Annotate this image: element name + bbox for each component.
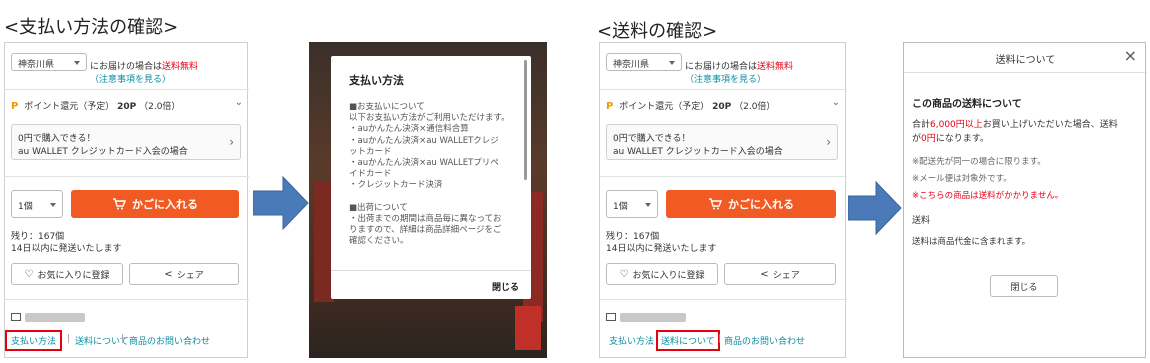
- points-row[interactable]: P ポイント還元（予定） 20P （2.0倍） ⌄: [11, 97, 243, 112]
- favorite-button[interactable]: ♡ お気に入りに登録: [606, 263, 718, 285]
- share-button[interactable]: < シェア: [129, 263, 239, 285]
- prefecture-select[interactable]: 神奈川県: [606, 53, 682, 71]
- shop-icon: [606, 313, 616, 321]
- shipping-modal-header: 送料について: [995, 55, 1056, 66]
- chevron-down-icon: ⌄: [234, 97, 243, 108]
- delivery-info: にお届けの場合は送料無料: [685, 62, 794, 72]
- points-row[interactable]: P ポイント還元（予定） 20P （2.0倍） ⌄: [606, 97, 840, 112]
- inquiry-link[interactable]: 商品のお問い合わせ: [724, 334, 805, 347]
- share-button[interactable]: < シェア: [724, 263, 836, 285]
- points-icon: P: [606, 101, 614, 112]
- payment-modal-close-button[interactable]: 閉じる: [492, 280, 519, 293]
- shipping-section-label: 送料: [912, 216, 931, 226]
- card-promo[interactable]: 0円で購入できる！ au WALLET クレジットカード入会の場合 ›: [606, 124, 838, 160]
- chevron-right-icon: ›: [229, 135, 234, 149]
- payment-modal-overlay: 支払い方法 ■お支払いについて 以下お支払い方法がご利用いただけます。 ・auか…: [309, 42, 547, 358]
- chevron-down-icon: [50, 203, 56, 207]
- card-promo[interactable]: 0円で購入できる！ au WALLET クレジットカード入会の場合 ›: [11, 124, 241, 160]
- shipping-modal-close-button[interactable]: 閉じる: [990, 275, 1058, 297]
- chevron-down-icon: [669, 61, 675, 65]
- inquiry-link[interactable]: 商品のお問い合わせ: [129, 334, 210, 347]
- arrow-right-icon: [848, 180, 902, 236]
- quantity-select[interactable]: 1個: [606, 190, 658, 218]
- share-icon: <: [760, 268, 769, 280]
- arrow-right-icon: [253, 175, 309, 231]
- chevron-down-icon: [645, 203, 651, 207]
- points-icon: P: [11, 101, 19, 112]
- payment-heading: <支払い方法の確認>: [4, 17, 179, 38]
- product-panel-right: 神奈川県 にお届けの場合は送料無料 （注意事項を見る） P ポイント還元（予定）…: [599, 42, 847, 358]
- prefecture-value: 神奈川県: [613, 60, 650, 70]
- shipping-note-2: ※メール便は対象外です。: [912, 174, 1012, 184]
- shipping-modal: 送料について × この商品の送料について 合計6,000円以上お買い上げいただい…: [903, 42, 1147, 358]
- payment-method-link[interactable]: 支払い方法: [5, 330, 63, 351]
- favorite-button[interactable]: ♡ お気に入りに登録: [11, 263, 123, 285]
- payment-modal-title: 支払い方法: [349, 74, 404, 87]
- quantity-select[interactable]: 1個: [11, 190, 63, 218]
- shop-name-redacted: [25, 313, 85, 322]
- add-to-cart-button[interactable]: かごに入れる: [71, 190, 239, 218]
- payment-method-link[interactable]: 支払い方法: [609, 334, 654, 347]
- chevron-down-icon: ⌄: [831, 97, 840, 108]
- ship-days-text: 14日以内に発送いたします: [606, 244, 717, 254]
- payment-modal-scrollbar[interactable]: [524, 60, 527, 180]
- notes-link[interactable]: （注意事項を見る）: [685, 72, 766, 85]
- shipping-section-text: 送料は商品代金に含まれます。: [912, 237, 1031, 247]
- heart-icon: ♡: [24, 268, 34, 280]
- cart-icon: [113, 198, 126, 210]
- shipping-note-3: ※こちらの商品は送料がかかりません。: [912, 191, 1064, 201]
- shop-name-redacted: [620, 313, 686, 322]
- ship-days-text: 14日以内に発送いたします: [11, 244, 122, 254]
- shop-icon: [11, 313, 21, 321]
- add-to-cart-button[interactable]: かごに入れる: [666, 190, 836, 218]
- prefecture-value: 神奈川県: [18, 60, 55, 70]
- payment-modal-body: ■お支払いについて 以下お支払い方法がご利用いただけます。 ・auかんたん決済×…: [349, 102, 510, 247]
- delivery-info: にお届けの場合は送料無料: [90, 62, 199, 72]
- notes-link[interactable]: （注意事項を見る）: [90, 72, 171, 85]
- cart-icon: [709, 198, 722, 210]
- shipping-info-link[interactable]: 送料について: [656, 330, 720, 351]
- product-panel-left: 神奈川県 にお届けの場合は送料無料 （注意事項を見る） P ポイント還元（予定）…: [4, 42, 249, 358]
- shipping-modal-title: この商品の送料について: [912, 99, 1022, 110]
- chevron-right-icon: ›: [826, 135, 831, 149]
- payment-modal: 支払い方法 ■お支払いについて 以下お支払い方法がご利用いただけます。 ・auか…: [331, 56, 531, 299]
- shipping-note-1: ※配送先が同一の場合に限ります。: [912, 157, 1046, 167]
- close-icon[interactable]: ×: [1124, 46, 1137, 65]
- prefecture-select[interactable]: 神奈川県: [11, 53, 87, 71]
- heart-icon: ♡: [619, 268, 629, 280]
- shipping-threshold-text: 合計6,000円以上お買い上げいただいた場合、送料 が0円になります。: [912, 120, 1118, 144]
- shipping-heading: <送料の確認>: [597, 21, 718, 42]
- chevron-down-icon: [74, 61, 80, 65]
- share-icon: <: [164, 268, 173, 280]
